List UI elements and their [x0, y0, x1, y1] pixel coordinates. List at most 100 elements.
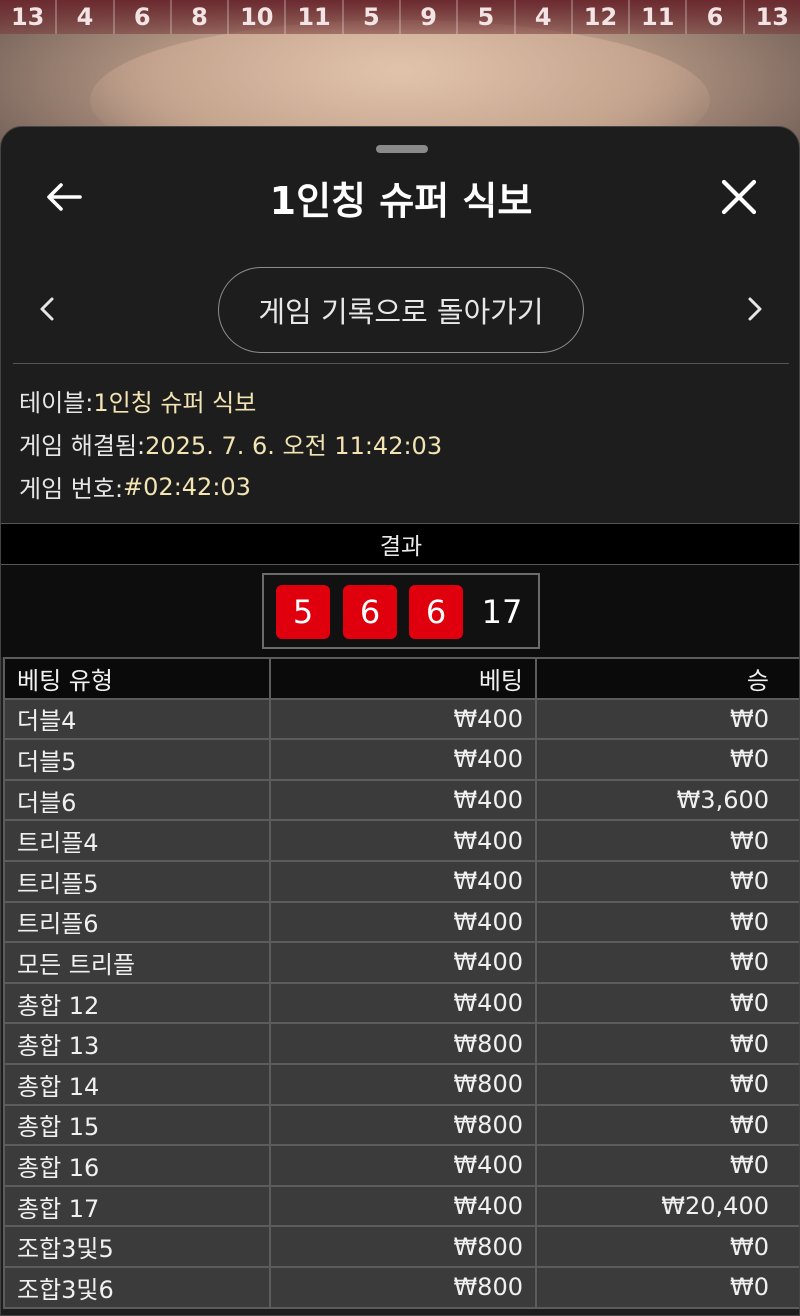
win-amount-cell: ₩0: [535, 981, 799, 1025]
win-amount-cell: ₩0: [535, 738, 799, 781]
panel-title: 1인칭 슈퍼 식보: [269, 178, 533, 223]
history-cell: 11: [286, 0, 344, 34]
back-arrow-icon: [47, 183, 82, 211]
win-amount-cell: ₩0: [535, 1022, 799, 1065]
history-cell: 8: [171, 0, 230, 34]
history-cell: 6: [114, 0, 172, 34]
dice-result: 5 6 6 17: [262, 573, 540, 649]
table-row: 더블4 ₩400 ₩0: [3, 697, 799, 741]
info-game-number-row: 게임 번호: #02:42:03: [19, 465, 442, 508]
bet-type-cell: 더블4: [3, 697, 271, 741]
bet-amount-cell: ₩800: [269, 1103, 537, 1147]
table-row: 트리플5 ₩400 ₩0: [3, 859, 799, 903]
bet-amount-cell: ₩800: [269, 1225, 537, 1268]
history-cell: 11: [630, 0, 688, 34]
bet-type-cell: 더블5: [3, 738, 271, 781]
win-amount-cell: ₩0: [535, 1144, 799, 1187]
history-cell: 6: [687, 0, 745, 34]
next-game-button[interactable]: [737, 289, 773, 329]
win-amount-cell: ₩0: [535, 1265, 799, 1309]
divider: [13, 363, 789, 364]
bet-amount-cell: ₩400: [269, 697, 537, 741]
info-table-value: 1인칭 슈퍼 식보: [93, 389, 257, 417]
bets-table: 베팅 유형 베팅 승 더블4 ₩400 ₩0 더블5 ₩400 ₩0 더블6 ₩400 ₩3,6…: [3, 657, 799, 1309]
history-cell: 4: [57, 0, 115, 34]
bet-amount-cell: ₩400: [269, 819, 537, 862]
result-section-header: 결과: [1, 523, 799, 565]
table-row: 총합 16 ₩400 ₩0: [3, 1144, 799, 1187]
table-row: 조합3및5 ₩800 ₩0: [3, 1225, 799, 1268]
table-row: 총합 13 ₩800 ₩0: [3, 1022, 799, 1065]
close-button[interactable]: [713, 173, 765, 221]
win-amount-cell: ₩20,400: [535, 1184, 799, 1228]
game-info: 테이블: 1인칭 슈퍼 식보 게임 해결됨: 2025. 7. 6. 오전 11…: [19, 379, 442, 508]
info-resolved-label: 게임 해결됨:: [19, 432, 146, 460]
table-row: 총합 14 ₩800 ₩0: [3, 1062, 799, 1106]
bet-amount-cell: ₩400: [269, 1144, 537, 1187]
bet-amount-cell: ₩400: [269, 778, 537, 822]
history-cell: 13: [0, 0, 58, 34]
return-to-history-button[interactable]: 게임 기록으로 돌아가기: [218, 267, 584, 353]
bet-type-cell: 총합 14: [3, 1062, 271, 1106]
info-game-number-label: 게임 번호:: [19, 475, 124, 503]
bet-type-cell: 더블6: [3, 778, 271, 822]
bet-type-cell: 트리플6: [3, 900, 271, 944]
chevron-right-icon: [748, 297, 762, 321]
bet-amount-cell: ₩400: [269, 981, 537, 1025]
bets-table-wrap: 베팅 유형 베팅 승 더블4 ₩400 ₩0 더블5 ₩400 ₩0 더블6 ₩400 ₩3,6…: [3, 657, 799, 1309]
bet-type-cell: 총합 13: [3, 1022, 271, 1065]
history-cell: 4: [515, 0, 573, 34]
drag-handle[interactable]: [376, 145, 428, 153]
bet-type-cell: 트리플5: [3, 859, 271, 903]
info-resolved-row: 게임 해결됨: 2025. 7. 6. 오전 11:42:03: [19, 422, 442, 465]
table-row: 모든 트리플 ₩400 ₩0: [3, 941, 799, 984]
game-history-panel: 1인칭 슈퍼 식보 게임 기록으로 돌아가기 테이블: 1인칭 슈퍼 식보 게임…: [0, 126, 800, 1316]
die-1: 5: [276, 585, 330, 639]
history-cell: 13: [744, 0, 800, 34]
bet-amount-cell: ₩800: [269, 1022, 537, 1065]
table-row: 조합3및6 ₩800 ₩0: [3, 1265, 799, 1309]
bet-amount-cell: ₩400: [269, 941, 537, 984]
win-amount-cell: ₩0: [535, 697, 799, 741]
info-resolved-value: 2025. 7. 6. 오전 11:42:03: [145, 432, 443, 460]
column-header-bet-type: 베팅 유형: [3, 657, 271, 700]
panel-header: 1인칭 슈퍼 식보: [1, 167, 799, 227]
bet-amount-cell: ₩400: [269, 1184, 537, 1228]
results-history-bar: 13 4 6 8 10 11 5 9 5 4 12 11 6 13: [0, 0, 800, 36]
bet-amount-cell: ₩400: [269, 859, 537, 903]
bet-type-cell: 총합 15: [3, 1103, 271, 1147]
column-header-bet: 베팅: [269, 657, 537, 700]
win-amount-cell: ₩3,600: [535, 778, 799, 822]
table-row: 총합 12 ₩400 ₩0: [3, 981, 799, 1025]
back-button[interactable]: [39, 175, 89, 219]
win-amount-cell: ₩0: [535, 1103, 799, 1147]
die-3: 6: [409, 585, 463, 639]
bet-amount-cell: ₩400: [269, 900, 537, 944]
column-header-win: 승: [535, 657, 799, 700]
table-row: 더블5 ₩400 ₩0: [3, 738, 799, 781]
table-row: 더블6 ₩400 ₩3,600: [3, 778, 799, 822]
win-amount-cell: ₩0: [535, 941, 799, 984]
table-row: 트리플6 ₩400 ₩0: [3, 900, 799, 944]
die-2: 6: [343, 585, 397, 639]
previous-game-button[interactable]: [29, 289, 65, 329]
info-table-row: 테이블: 1인칭 슈퍼 식보: [19, 379, 442, 422]
win-amount-cell: ₩0: [535, 859, 799, 903]
game-navigation: 게임 기록으로 돌아가기: [1, 267, 799, 353]
bet-amount-cell: ₩400: [269, 738, 537, 781]
bet-amount-cell: ₩800: [269, 1265, 537, 1309]
table-row: 총합 17 ₩400 ₩20,400: [3, 1184, 799, 1228]
dice-total: 17: [481, 593, 523, 631]
history-cell: 10: [229, 0, 287, 34]
close-icon: [721, 179, 757, 215]
bet-type-cell: 총합 17: [3, 1184, 271, 1228]
win-amount-cell: ₩0: [535, 900, 799, 944]
bet-type-cell: 총합 16: [3, 1144, 271, 1187]
win-amount-cell: ₩0: [535, 1062, 799, 1106]
history-cell: 12: [572, 0, 631, 34]
bet-type-cell: 총합 12: [3, 981, 271, 1025]
result-area: 5 6 6 17: [1, 565, 799, 657]
bet-type-cell: 조합3및5: [3, 1225, 271, 1268]
info-game-number-value: #02:42:03: [123, 472, 251, 501]
history-cell: 9: [400, 0, 459, 34]
